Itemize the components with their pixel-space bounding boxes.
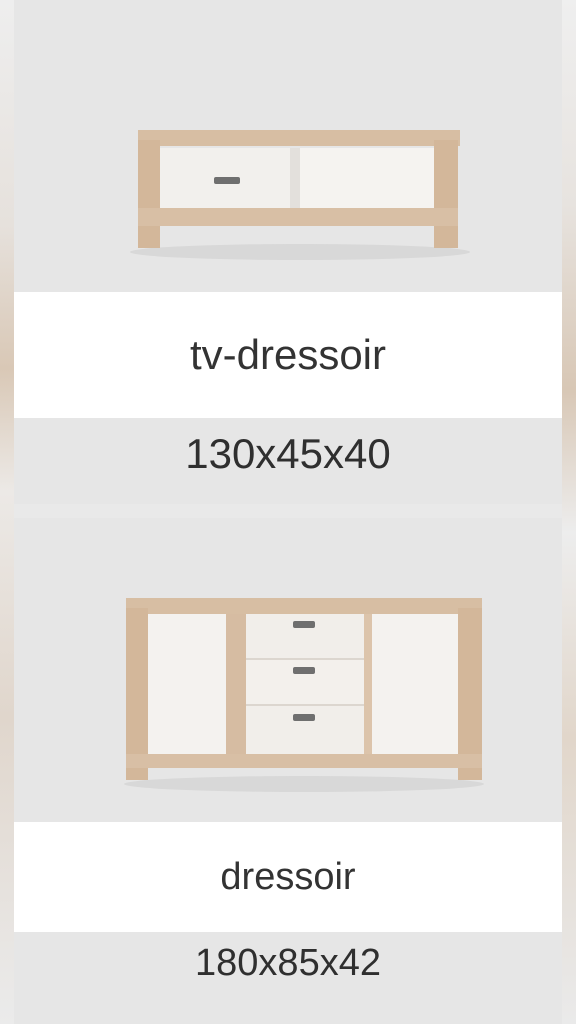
tv-dressoir-image	[14, 0, 562, 292]
left-edge-strip	[0, 0, 14, 1024]
product-name: tv-dressoir	[14, 292, 562, 418]
dressoir-image	[14, 518, 562, 822]
product-card-dressoir[interactable]: dressoir 180x85x42	[14, 518, 562, 1024]
right-edge-strip	[562, 0, 576, 1024]
product-card-tv-dressoir[interactable]: tv-dressoir 130x45x40	[14, 0, 562, 504]
product-dimensions: 180x85x42	[195, 942, 381, 984]
product-dimensions: 130x45x40	[185, 430, 391, 477]
product-name: dressoir	[14, 822, 562, 932]
